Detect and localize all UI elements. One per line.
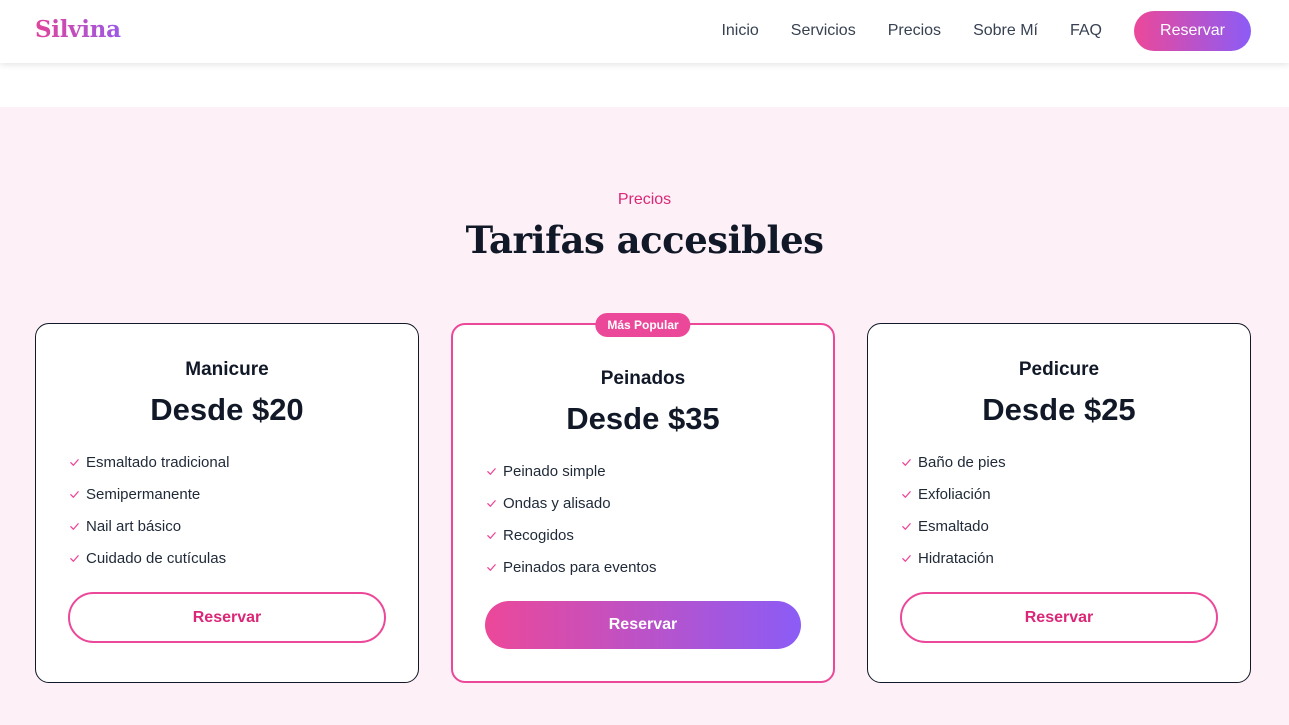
brand-logo[interactable]: Silvina	[35, 16, 121, 43]
feature-item: Semipermanente	[68, 478, 229, 510]
pricing-card-manicure: Manicure Desde $20 Esmaltado tradicional…	[35, 323, 419, 683]
feature-label: Esmaltado tradicional	[86, 453, 230, 471]
pricing-card-peinados: Más Popular Peinados Desde $35 Peinado s…	[451, 313, 835, 683]
reservar-peinados-button[interactable]: Reservar	[485, 601, 801, 649]
nav-link-sobre-mi[interactable]: Sobre Mí	[973, 11, 1038, 51]
check-icon	[900, 520, 912, 532]
check-icon	[485, 561, 497, 573]
reservar-pedicure-button[interactable]: Reservar	[900, 592, 1218, 643]
feature-item: Esmaltado	[900, 510, 1006, 542]
feature-label: Exfoliación	[918, 485, 991, 503]
navbar: Silvina Inicio Servicios Precios Sobre M…	[0, 0, 1289, 63]
pricing-section: Precios Tarifas accesibles Manicure Desd…	[0, 107, 1289, 725]
pricing-card-pedicure: Pedicure Desde $25 Baño de pies Exfoliac…	[867, 323, 1251, 683]
feature-item: Peinados para eventos	[485, 551, 656, 583]
feature-item: Hidratación	[900, 542, 1006, 574]
nav-link-servicios[interactable]: Servicios	[791, 11, 856, 51]
feature-item: Ondas y alisado	[485, 487, 656, 519]
check-icon	[68, 488, 80, 500]
nav-reservar-button[interactable]: Reservar	[1134, 11, 1251, 51]
nav-links: Inicio Servicios Precios Sobre Mí FAQ Re…	[721, 11, 1251, 51]
card-price: Desde $25	[982, 392, 1136, 427]
popular-badge: Más Popular	[595, 313, 691, 337]
feature-label: Recogidos	[503, 526, 574, 544]
feature-label: Baño de pies	[918, 453, 1006, 471]
feature-label: Peinados para eventos	[503, 558, 657, 576]
reservar-manicure-button[interactable]: Reservar	[68, 592, 386, 643]
card-name: Manicure	[185, 359, 269, 380]
section-title: Tarifas accesibles	[465, 218, 824, 262]
check-icon	[485, 465, 497, 477]
feature-item: Nail art básico	[68, 510, 229, 542]
card-price: Desde $35	[566, 401, 720, 436]
check-icon	[68, 520, 80, 532]
check-icon	[900, 488, 912, 500]
feature-list: Peinado simple Ondas y alisado Recogidos…	[485, 455, 656, 583]
check-icon	[485, 497, 497, 509]
feature-label: Semipermanente	[86, 485, 201, 503]
card-name: Pedicure	[1018, 359, 1100, 380]
nav-link-inicio[interactable]: Inicio	[721, 11, 758, 51]
feature-list: Baño de pies Exfoliación Esmaltado Hidra…	[900, 446, 1006, 574]
feature-list: Esmaltado tradicional Semipermanente Nai…	[68, 446, 229, 574]
nav-link-faq[interactable]: FAQ	[1070, 11, 1102, 51]
feature-item: Esmaltado tradicional	[68, 446, 229, 478]
check-icon	[900, 552, 912, 564]
feature-label: Ondas y alisado	[503, 494, 611, 512]
check-icon	[68, 552, 80, 564]
feature-label: Hidratación	[918, 549, 994, 567]
feature-item: Exfoliación	[900, 478, 1006, 510]
feature-item: Cuidado de cutículas	[68, 542, 229, 574]
feature-label: Cuidado de cutículas	[86, 549, 227, 567]
check-icon	[68, 456, 80, 468]
section-eyebrow: Precios	[617, 191, 672, 208]
feature-item: Peinado simple	[485, 455, 656, 487]
check-icon	[485, 529, 497, 541]
feature-item: Recogidos	[485, 519, 656, 551]
feature-item: Baño de pies	[900, 446, 1006, 478]
card-price: Desde $20	[150, 392, 304, 427]
feature-label: Esmaltado	[918, 517, 989, 535]
feature-label: Nail art básico	[86, 517, 182, 535]
check-icon	[900, 456, 912, 468]
card-name: Peinados	[600, 368, 686, 389]
feature-label: Peinado simple	[503, 462, 606, 480]
nav-link-precios[interactable]: Precios	[888, 11, 941, 51]
